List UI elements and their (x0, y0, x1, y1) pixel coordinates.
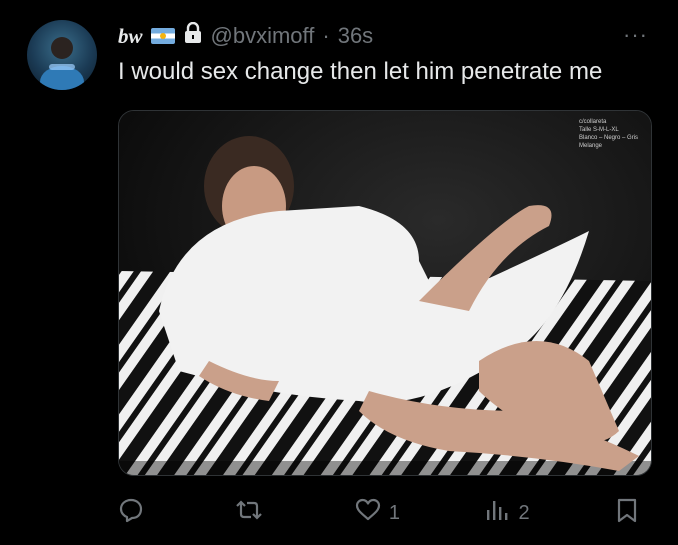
views-icon (484, 497, 510, 529)
argentina-flag-icon (150, 28, 175, 44)
views-button[interactable]: 2 (484, 497, 530, 529)
handle[interactable]: @bvximoff (211, 23, 315, 49)
views-count: 2 (518, 501, 530, 524)
retweet-icon (236, 497, 263, 529)
more-options-button[interactable]: ··· (623, 22, 648, 48)
tweet-header: bw @bvximoff · 36s (118, 21, 373, 50)
display-name[interactable]: bw (118, 24, 143, 49)
lock-icon (183, 21, 203, 50)
avatar[interactable] (27, 20, 97, 90)
media-caption-line: c/collareta (579, 119, 607, 125)
separator: · (322, 23, 330, 48)
tweet-action-bar: 1 2 (118, 498, 648, 528)
retweet-button[interactable] (236, 497, 270, 529)
like-count: 1 (388, 501, 400, 524)
bookmark-button[interactable] (614, 497, 648, 529)
heart-icon (355, 497, 381, 529)
timestamp[interactable]: 36s (338, 23, 373, 49)
tweet-text: I would sex change then let him penetrat… (118, 58, 603, 85)
reply-icon (118, 497, 144, 529)
media-caption-line: Blanco – Negro – Gris (579, 135, 638, 141)
reply-button[interactable] (118, 497, 152, 529)
tweet-media-image[interactable]: c/collareta Talle S-M-L-XL Blanco – Negr… (118, 110, 652, 476)
bookmark-icon (614, 497, 640, 529)
like-button[interactable]: 1 (355, 497, 400, 529)
media-caption-line: Melange (579, 143, 603, 149)
media-caption-line: Talle S-M-L-XL (579, 127, 619, 133)
